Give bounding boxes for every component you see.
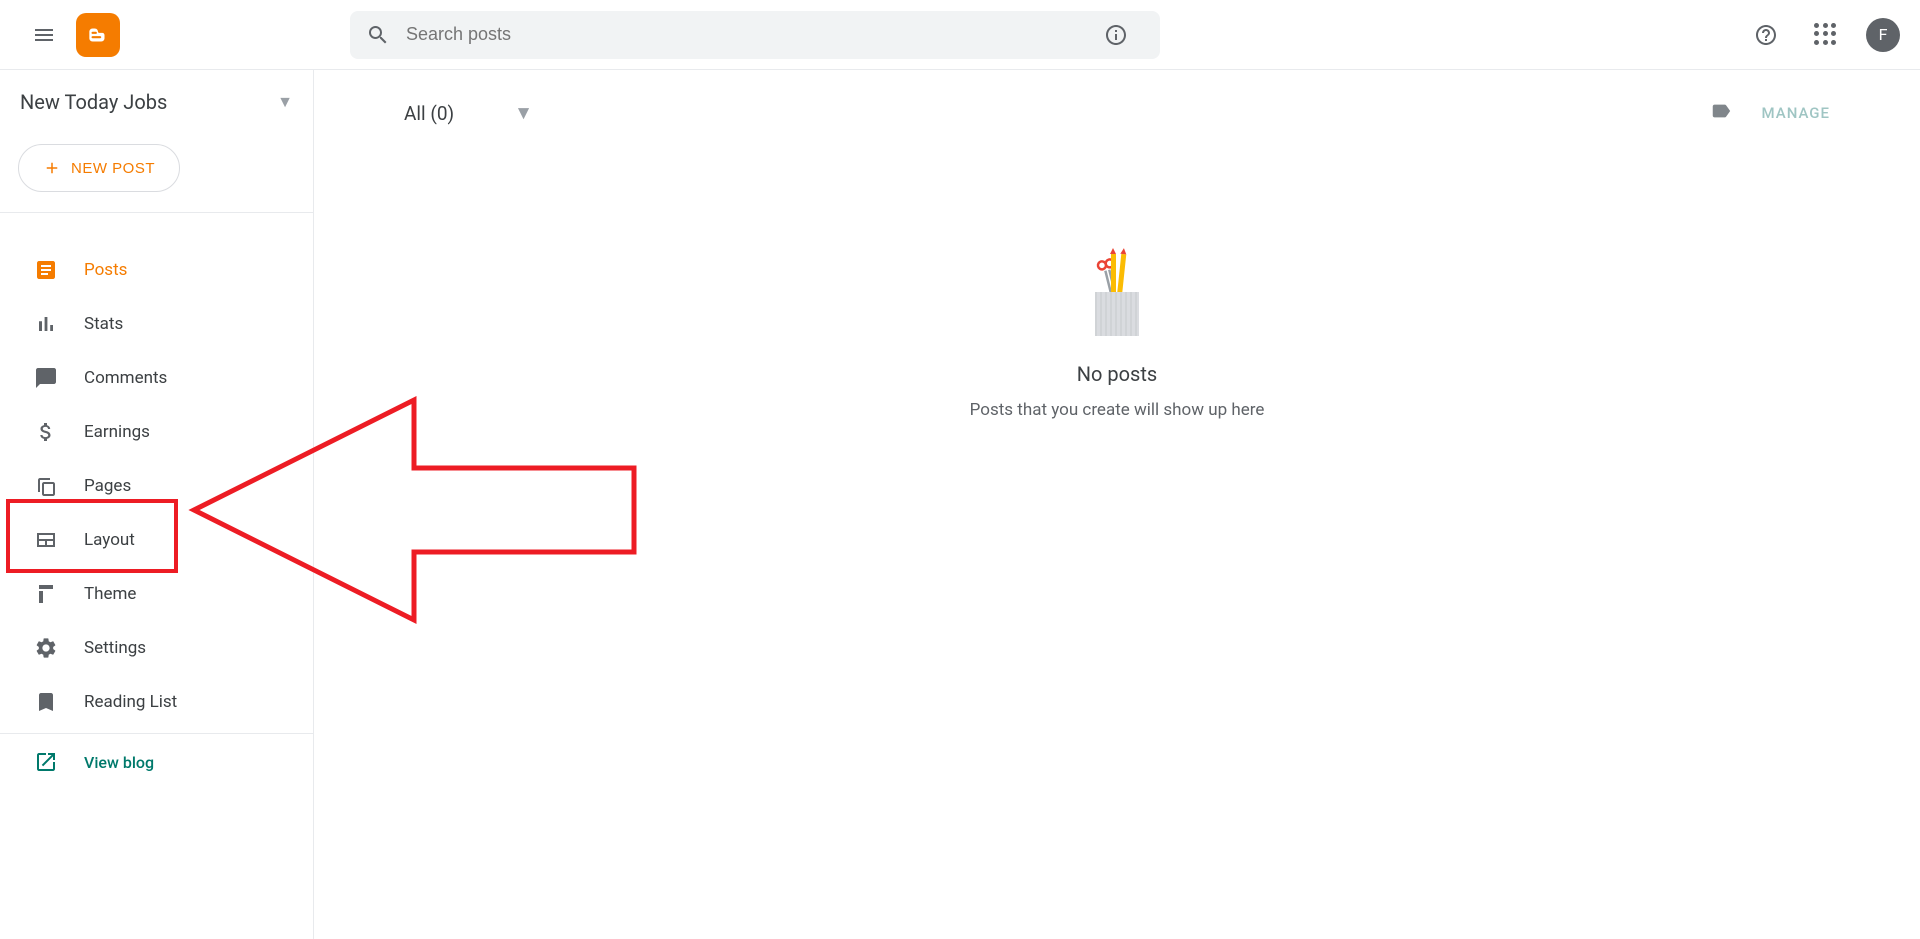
header-right: F: [1746, 15, 1900, 55]
pencil-cup-illustration: [1087, 256, 1147, 336]
sidebar: New Today Jobs ▼ NEW POST Posts Stats Co…: [0, 70, 314, 939]
chevron-down-icon: ▼: [514, 101, 533, 125]
manage-link[interactable]: MANAGE: [1762, 104, 1831, 122]
divider: [0, 212, 313, 213]
new-post-button[interactable]: NEW POST: [18, 144, 180, 192]
sidebar-item-pages[interactable]: Pages: [0, 459, 313, 513]
empty-title: No posts: [1077, 362, 1157, 386]
view-blog-label: View blog: [84, 753, 154, 772]
sidebar-item-posts[interactable]: Posts: [0, 243, 313, 297]
label-icon: [1708, 100, 1734, 122]
blog-selector[interactable]: New Today Jobs ▼: [0, 90, 313, 134]
apps-button[interactable]: [1806, 15, 1846, 55]
sidebar-item-theme[interactable]: Theme: [0, 567, 313, 621]
account-avatar[interactable]: F: [1866, 18, 1900, 52]
pages-icon: [34, 474, 58, 498]
bookmark-icon: [34, 690, 58, 714]
help-icon: [1754, 23, 1778, 47]
search-input[interactable]: [406, 24, 1104, 45]
stats-icon: [34, 312, 58, 336]
earnings-icon: [34, 420, 58, 444]
sidebar-item-layout[interactable]: Layout: [0, 513, 313, 567]
main-content: All (0) ▼ MANAGE No posts Posts that you: [314, 70, 1920, 939]
nav-label: Layout: [84, 530, 135, 550]
nav-label: Reading List: [84, 692, 177, 712]
main-menu-button[interactable]: [20, 11, 68, 59]
plus-icon: [43, 159, 61, 177]
search-icon: [366, 23, 390, 47]
info-icon: [1104, 23, 1128, 47]
label-button[interactable]: [1708, 100, 1734, 126]
blogger-logo-icon: [85, 22, 111, 48]
settings-icon: [34, 636, 58, 660]
filter-label: All (0): [404, 102, 454, 125]
view-blog-link[interactable]: View blog: [0, 734, 313, 790]
avatar-initial: F: [1879, 25, 1888, 44]
nav-label: Earnings: [84, 422, 150, 442]
apps-icon: [1814, 23, 1838, 47]
header: F: [0, 0, 1920, 70]
sidebar-item-stats[interactable]: Stats: [0, 297, 313, 351]
sidebar-item-reading-list[interactable]: Reading List: [0, 675, 313, 729]
blogger-logo[interactable]: [76, 13, 120, 57]
nav-label: Theme: [84, 584, 136, 604]
theme-icon: [34, 582, 58, 606]
sidebar-item-settings[interactable]: Settings: [0, 621, 313, 675]
chevron-down-icon: ▼: [277, 92, 293, 112]
empty-subtitle: Posts that you create will show up here: [970, 400, 1265, 420]
help-button[interactable]: [1746, 15, 1786, 55]
nav-label: Pages: [84, 476, 131, 496]
new-post-label: NEW POST: [71, 160, 155, 177]
empty-state: No posts Posts that you create will show…: [354, 256, 1880, 420]
filter-dropdown[interactable]: All (0) ▼: [404, 101, 533, 125]
nav-label: Posts: [84, 260, 127, 280]
search-bar[interactable]: [350, 11, 1160, 59]
posts-toolbar: All (0) ▼ MANAGE: [354, 100, 1880, 126]
sidebar-item-earnings[interactable]: Earnings: [0, 405, 313, 459]
hamburger-icon: [32, 23, 56, 47]
search-info-button[interactable]: [1104, 15, 1144, 55]
sidebar-item-comments[interactable]: Comments: [0, 351, 313, 405]
posts-icon: [34, 258, 58, 282]
blog-name: New Today Jobs: [20, 90, 277, 114]
nav-label: Comments: [84, 368, 167, 388]
layout-icon: [34, 528, 58, 552]
open-in-new-icon: [34, 750, 58, 774]
comments-icon: [34, 366, 58, 390]
nav-label: Stats: [84, 314, 123, 334]
nav-label: Settings: [84, 638, 146, 658]
